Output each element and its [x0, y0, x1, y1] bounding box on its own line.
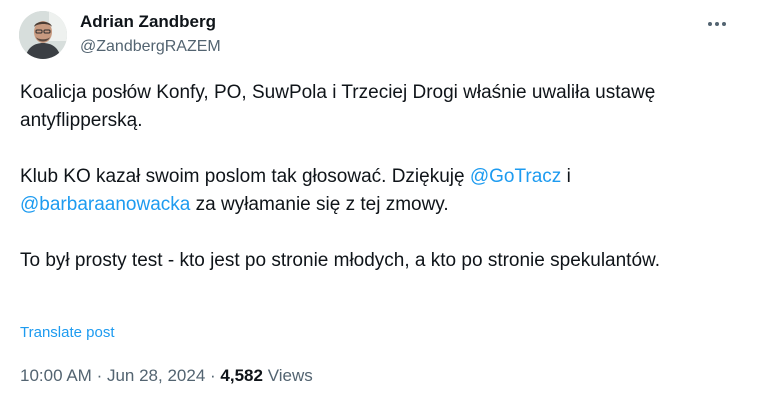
author-display-name[interactable]: Adrian Zandberg: [80, 11, 221, 33]
avatar-photo-icon: [19, 11, 67, 59]
more-options-button[interactable]: [700, 10, 734, 38]
mention-link-gotracz[interactable]: @GoTracz: [470, 166, 561, 187]
more-horizontal-icon: [708, 22, 726, 26]
mention-link-barbaraanowacka[interactable]: @barbaraanowacka: [20, 194, 190, 215]
post-text: Koalicja posłów Konfy, PO, SuwPola i Trz…: [20, 79, 720, 275]
views-label: Views: [267, 366, 313, 385]
meta-separator: ·: [96, 366, 103, 385]
post-date[interactable]: Jun 28, 2024: [107, 366, 205, 385]
translate-post-link[interactable]: Translate post: [20, 323, 115, 343]
post-meta: 10:00 AM · Jun 28, 2024 · 4,582 Views: [20, 364, 313, 388]
avatar[interactable]: [19, 11, 67, 59]
post-text-segment: i: [561, 166, 571, 187]
views-count: 4,582: [220, 366, 263, 385]
author-handle[interactable]: @ZandbergRAZEM: [80, 36, 221, 58]
post-paragraph: Klub KO kazał swoim poslom tak głosować.…: [20, 163, 720, 219]
post-paragraph: To był prosty test - kto jest po stronie…: [20, 250, 660, 271]
meta-separator: ·: [210, 366, 216, 385]
post-text-segment: Klub KO kazał swoim poslom tak głosować.…: [20, 166, 470, 187]
post-paragraph: Koalicja posłów Konfy, PO, SuwPola i Trz…: [20, 82, 656, 131]
post-text-segment: za wyłamanie się z tej zmowy.: [190, 194, 449, 215]
tweet-card: Adrian Zandberg @ZandbergRAZEM Koalicja …: [0, 0, 758, 401]
author-block: Adrian Zandberg @ZandbergRAZEM: [80, 11, 221, 58]
post-time[interactable]: 10:00 AM: [20, 366, 92, 385]
